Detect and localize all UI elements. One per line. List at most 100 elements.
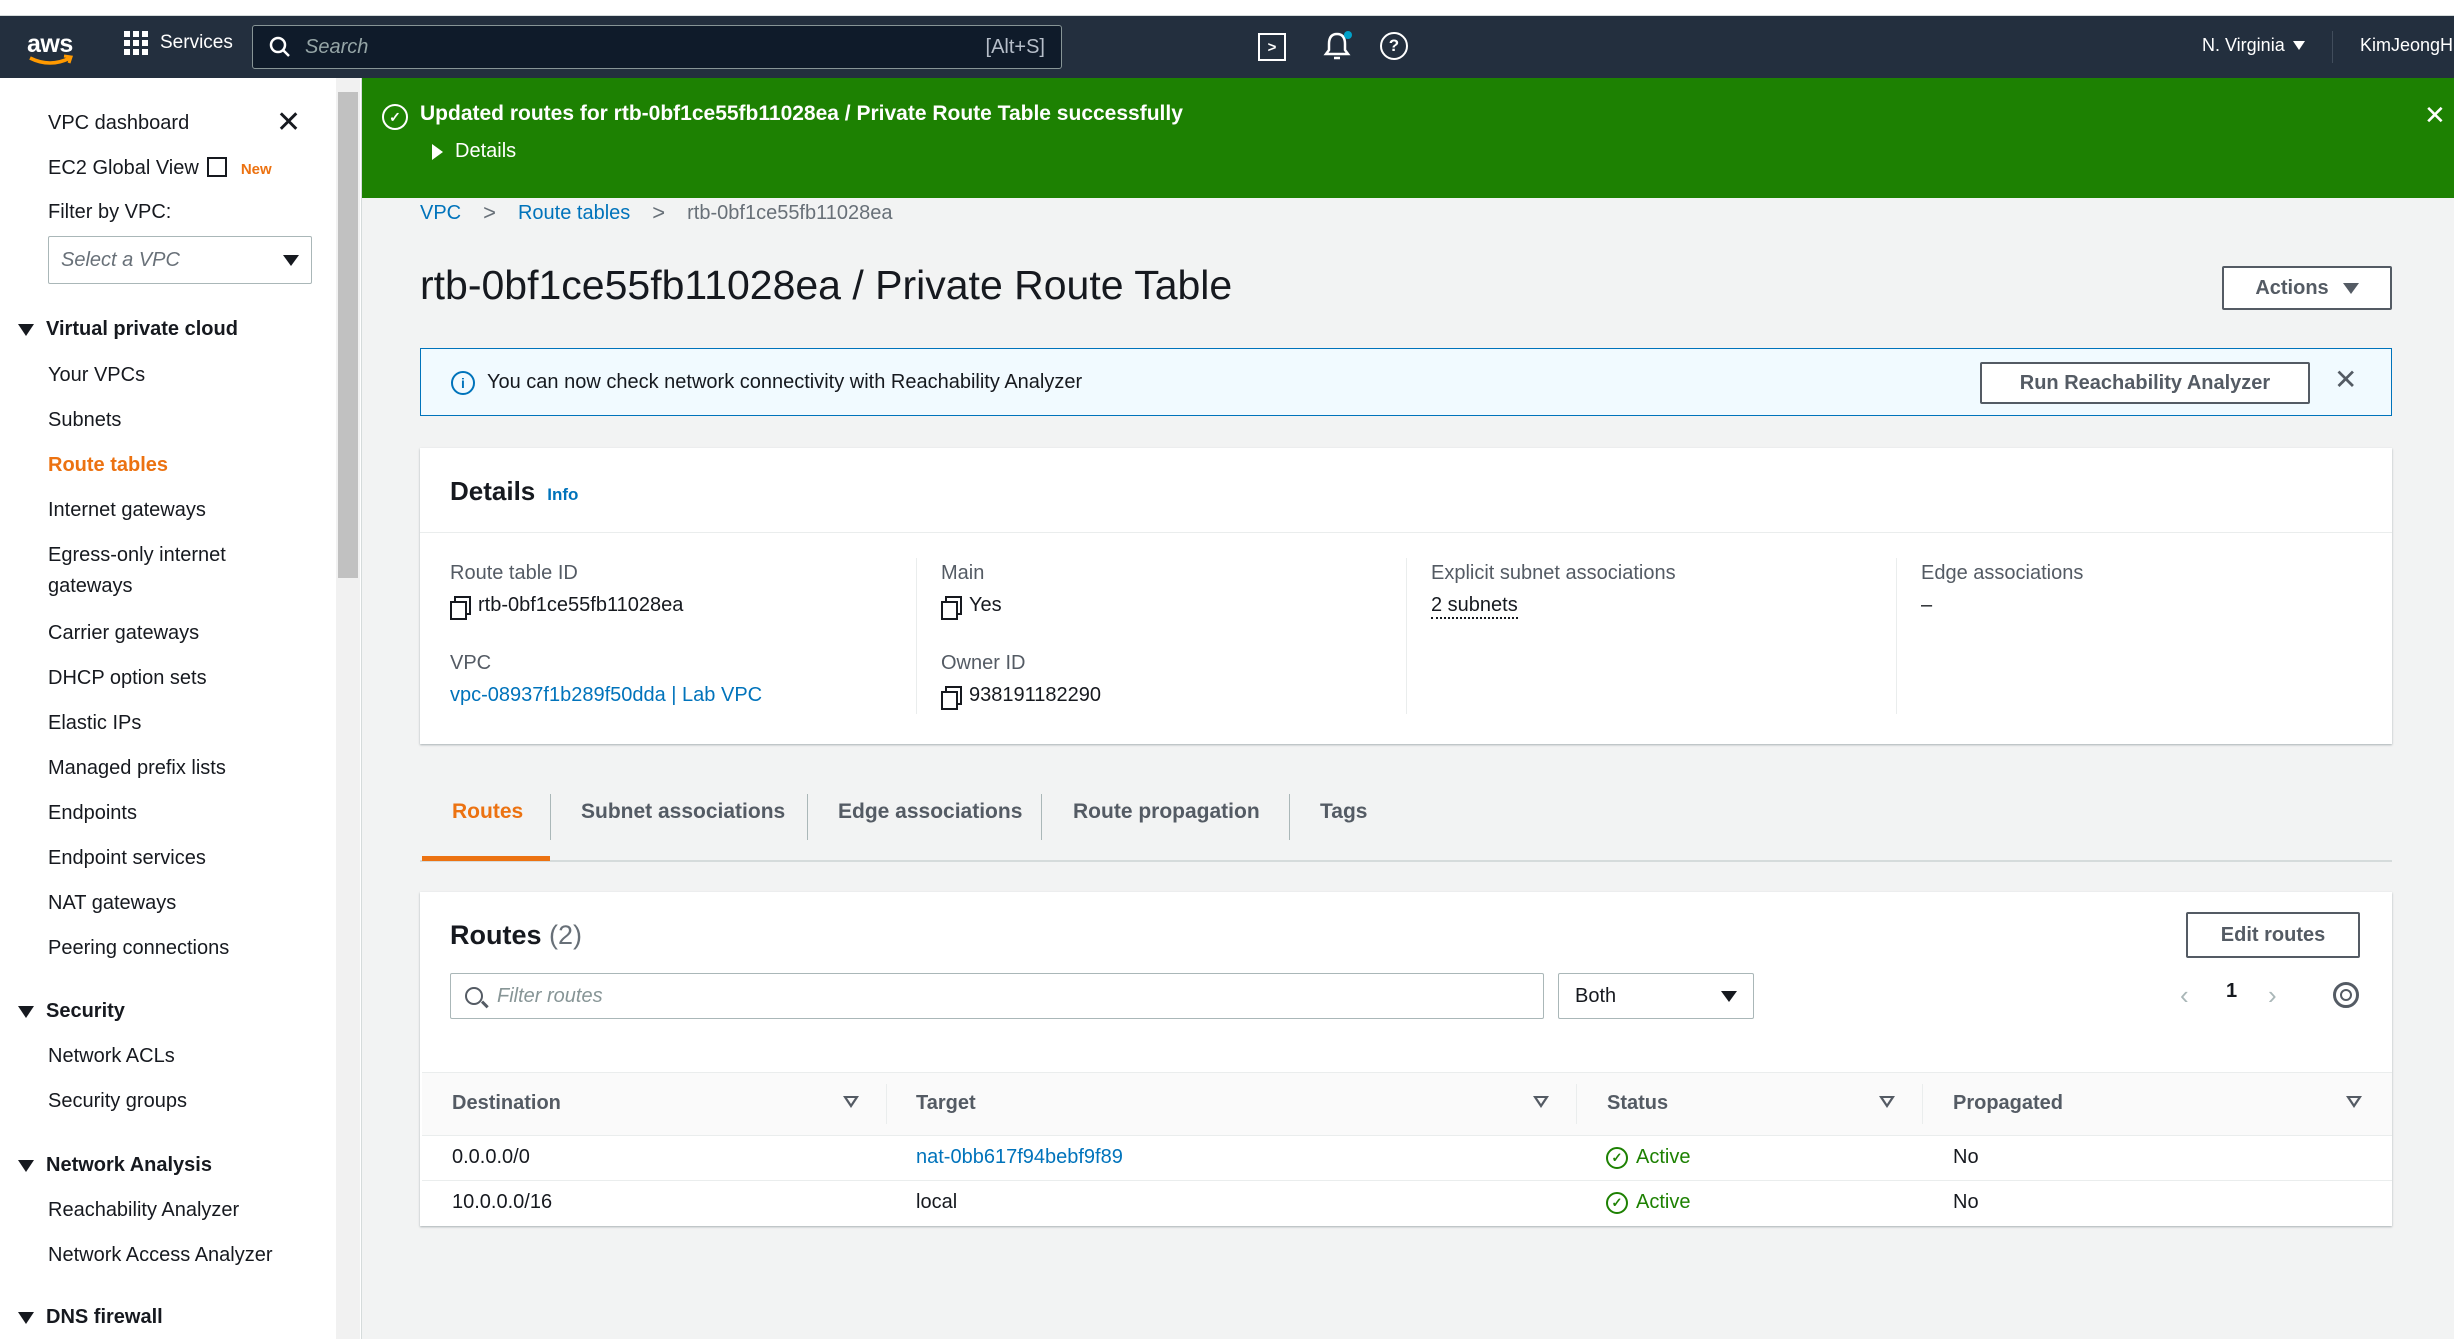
route-type-value: Both bbox=[1575, 984, 1617, 1007]
route-type-select[interactable]: Both bbox=[1558, 973, 1754, 1019]
section-security[interactable]: Security bbox=[18, 1000, 125, 1023]
copy-icon[interactable] bbox=[941, 595, 962, 620]
sidebar-item-security-groups[interactable]: Security groups bbox=[48, 1090, 187, 1113]
close-icon[interactable]: ✕ bbox=[2334, 366, 2357, 394]
chevron-right-icon: > bbox=[652, 200, 666, 225]
table-row[interactable] bbox=[422, 1181, 2392, 1226]
caret-down-icon bbox=[18, 1005, 34, 1018]
breadcrumb-vpc[interactable]: VPC bbox=[420, 202, 461, 225]
sidebar-item-route-tables[interactable]: Route tables bbox=[48, 454, 168, 477]
section-network-analysis[interactable]: Network Analysis bbox=[18, 1154, 212, 1177]
tab-divider bbox=[807, 794, 808, 840]
flash-details-label: Details bbox=[455, 140, 517, 162]
aws-logo[interactable]: aws bbox=[24, 26, 76, 68]
sidebar-item-network-access-analyzer[interactable]: Network Access Analyzer bbox=[48, 1244, 273, 1267]
gear-icon[interactable] bbox=[2333, 982, 2359, 1008]
column-propagated[interactable]: Propagated bbox=[1953, 1092, 2063, 1115]
breadcrumb-current: rtb-0bf1ce55fb11028ea bbox=[687, 201, 893, 224]
sidebar-item-endpoints[interactable]: Endpoints bbox=[48, 802, 137, 825]
copy-icon[interactable] bbox=[450, 595, 471, 620]
tab-routes[interactable]: Routes bbox=[452, 800, 523, 824]
sort-icon[interactable] bbox=[843, 1096, 859, 1110]
sidebar-item-ec2-global-view[interactable]: EC2 Global View New bbox=[48, 157, 272, 180]
close-icon[interactable]: ✕ bbox=[276, 108, 301, 138]
section-dns-firewall[interactable]: DNS firewall bbox=[18, 1306, 163, 1329]
region-selector[interactable]: N. Virginia bbox=[2202, 35, 2305, 56]
active-tab-underline bbox=[422, 856, 550, 861]
sidebar-item-dhcp-option-sets[interactable]: DHCP option sets bbox=[48, 667, 207, 690]
explicit-subnet-associations-value[interactable]: 2 subnets bbox=[1431, 594, 1518, 619]
row-destination: 0.0.0.0/0 bbox=[452, 1146, 530, 1168]
sidebar-item-subnets[interactable]: Subnets bbox=[48, 409, 121, 432]
sidebar-item-your-vpcs[interactable]: Your VPCs bbox=[48, 364, 145, 387]
sidebar-item-internet-gateways[interactable]: Internet gateways bbox=[48, 499, 206, 522]
filter-routes-input[interactable]: Filter routes bbox=[450, 973, 1544, 1019]
tab-subnet-associations[interactable]: Subnet associations bbox=[581, 800, 785, 824]
search-icon bbox=[269, 36, 290, 57]
section-title: Security bbox=[46, 1000, 125, 1022]
run-reachability-analyzer-button[interactable]: Run Reachability Analyzer bbox=[1980, 362, 2310, 404]
flash-details-toggle[interactable]: Details bbox=[432, 140, 516, 163]
close-icon[interactable]: ✕ bbox=[2424, 102, 2446, 128]
info-link[interactable]: Info bbox=[547, 485, 578, 504]
copy-icon[interactable] bbox=[941, 685, 962, 710]
nav-divider bbox=[2332, 31, 2333, 63]
breadcrumb-route-tables[interactable]: Route tables bbox=[518, 202, 630, 225]
egress-label-line1: Egress-only internet bbox=[48, 544, 226, 566]
sidebar-scrollbar-thumb[interactable] bbox=[338, 92, 358, 578]
sidebar-item-carrier-gateways[interactable]: Carrier gateways bbox=[48, 622, 199, 645]
column-status[interactable]: Status bbox=[1607, 1092, 1668, 1115]
filter-placeholder: Filter routes bbox=[497, 984, 603, 1007]
vpc-select-placeholder: Select a VPC bbox=[61, 248, 180, 271]
row-target-link[interactable]: nat-0bb617f94bebf9f89 bbox=[916, 1146, 1123, 1169]
tab-edge-associations[interactable]: Edge associations bbox=[838, 800, 1022, 824]
external-link-icon bbox=[206, 157, 227, 177]
sort-icon[interactable] bbox=[1533, 1096, 1549, 1110]
services-menu[interactable]: Services bbox=[124, 31, 233, 55]
main-label: Main bbox=[941, 562, 985, 584]
help-icon[interactable]: ? bbox=[1380, 32, 1408, 60]
sort-icon[interactable] bbox=[1879, 1096, 1895, 1110]
sidebar-item-vpc-dashboard[interactable]: VPC dashboard bbox=[48, 112, 189, 135]
owner-id-label: Owner ID bbox=[941, 652, 1026, 674]
tab-divider bbox=[1289, 794, 1290, 840]
column-target[interactable]: Target bbox=[916, 1092, 976, 1115]
sort-icon[interactable] bbox=[2346, 1096, 2362, 1110]
sidebar-item-elastic-ips[interactable]: Elastic IPs bbox=[48, 712, 141, 735]
chevron-down-icon bbox=[2292, 41, 2305, 50]
sidebar-item-endpoint-services[interactable]: Endpoint services bbox=[48, 847, 206, 870]
search-input[interactable]: Search [Alt+S] bbox=[252, 25, 1062, 69]
search-icon bbox=[465, 987, 483, 1005]
tab-route-propagation[interactable]: Route propagation bbox=[1073, 800, 1260, 824]
column-destination[interactable]: Destination bbox=[452, 1092, 561, 1115]
sidebar-item-network-acls[interactable]: Network ACLs bbox=[48, 1045, 175, 1068]
cloudshell-icon[interactable]: > bbox=[1258, 33, 1286, 61]
tab-tags[interactable]: Tags bbox=[1320, 800, 1367, 824]
region-label: N. Virginia bbox=[2202, 35, 2285, 55]
vpc-link[interactable]: vpc-08937f1b289f50dda | Lab VPC bbox=[450, 684, 762, 707]
status-text: Active bbox=[1636, 1146, 1691, 1168]
section-virtual-private-cloud[interactable]: Virtual private cloud bbox=[18, 318, 238, 341]
bell-icon[interactable] bbox=[1322, 30, 1352, 67]
explicit-subnets-text: 2 subnets bbox=[1431, 594, 1518, 619]
user-menu[interactable]: KimJeongH bbox=[2360, 35, 2453, 56]
actions-button[interactable]: Actions bbox=[2222, 266, 2392, 310]
chevron-right-icon[interactable]: › bbox=[2268, 980, 2277, 1011]
sidebar-item-egress-only-gateways[interactable]: Egress-only internet gateways bbox=[48, 544, 226, 598]
vpc-select[interactable]: Select a VPC bbox=[48, 236, 312, 284]
route-table-id-text: rtb-0bf1ce55fb11028ea bbox=[478, 594, 684, 616]
chevron-left-icon[interactable]: ‹ bbox=[2180, 980, 2189, 1011]
run-reachability-label: Run Reachability Analyzer bbox=[2019, 371, 2271, 394]
route-table-id-label: Route table ID bbox=[450, 562, 578, 584]
sidebar-item-reachability-analyzer[interactable]: Reachability Analyzer bbox=[48, 1199, 239, 1222]
main-value: Yes bbox=[941, 594, 1002, 620]
edit-routes-label: Edit routes bbox=[2220, 923, 2326, 946]
sidebar-item-nat-gateways[interactable]: NAT gateways bbox=[48, 892, 176, 915]
page-number[interactable]: 1 bbox=[2226, 980, 2237, 1003]
sidebar-item-peering-connections[interactable]: Peering connections bbox=[48, 937, 229, 960]
table-row[interactable] bbox=[422, 1136, 2392, 1181]
sidebar-item-managed-prefix-lists[interactable]: Managed prefix lists bbox=[48, 757, 226, 780]
edit-routes-button[interactable]: Edit routes bbox=[2186, 912, 2360, 958]
egress-label-line2: gateways bbox=[48, 575, 133, 597]
route-table-id-value: rtb-0bf1ce55fb11028ea bbox=[450, 594, 684, 620]
